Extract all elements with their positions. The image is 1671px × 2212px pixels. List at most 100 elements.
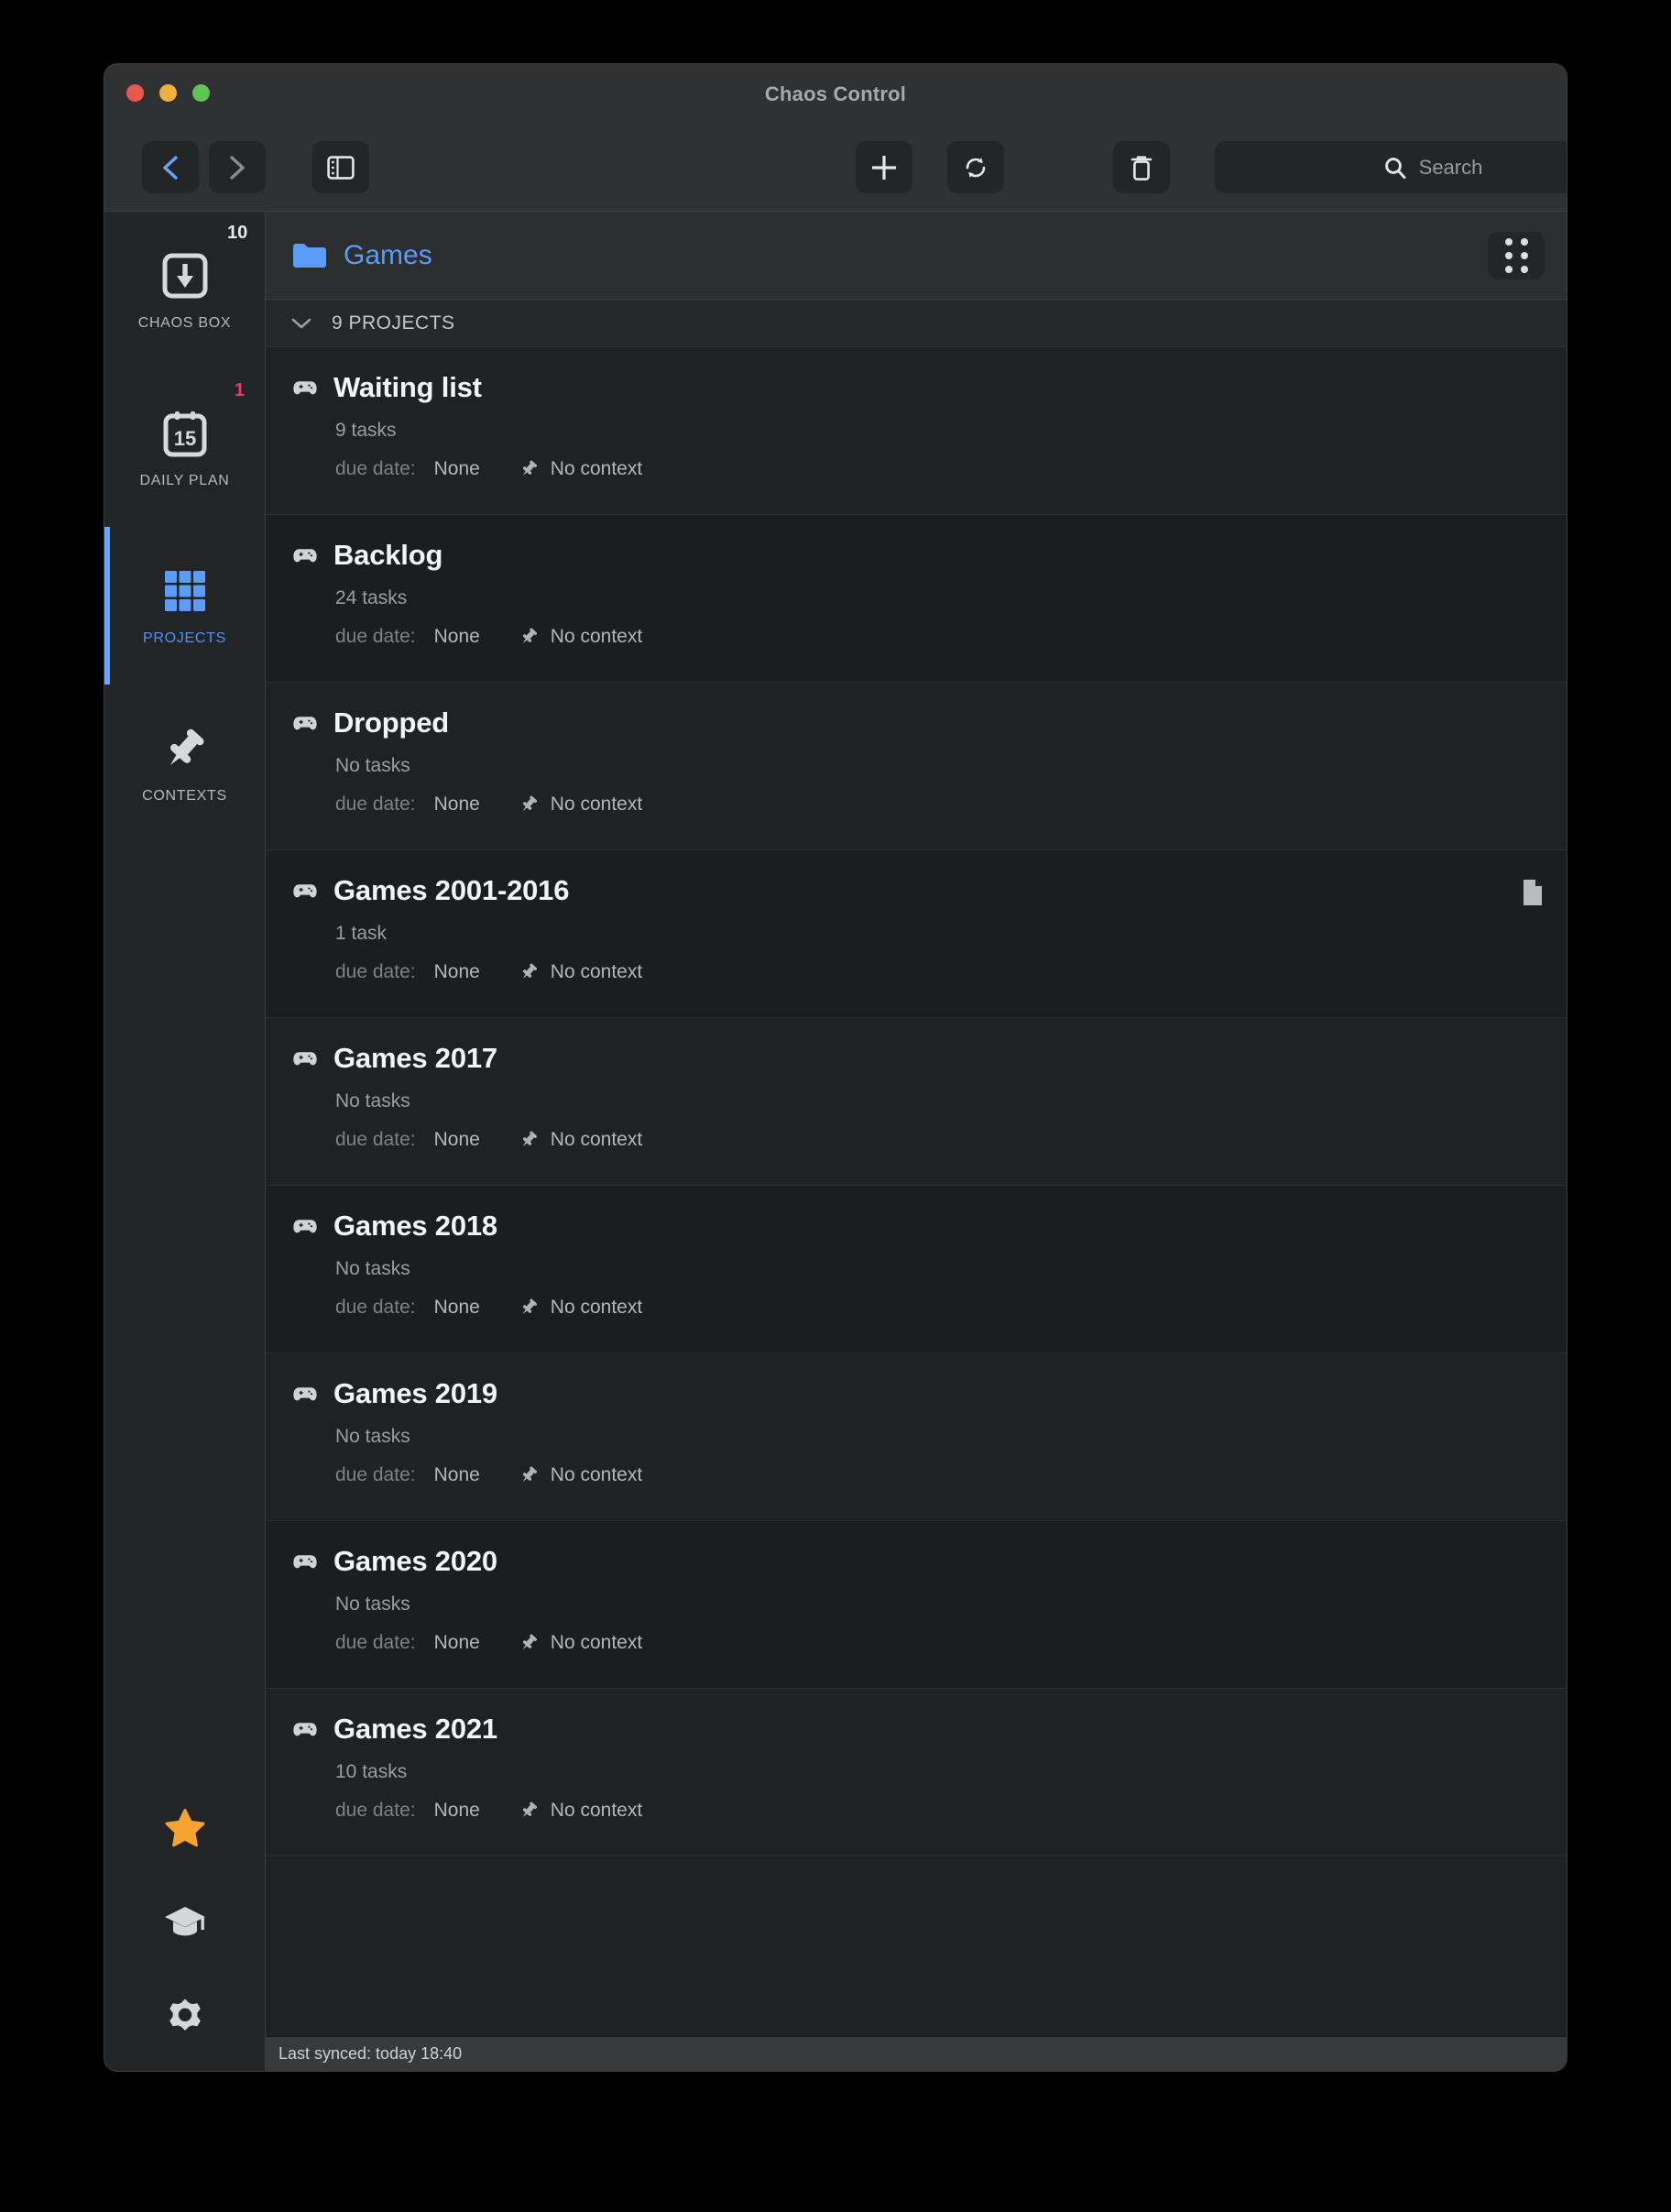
project-task-count: No tasks xyxy=(335,1426,410,1447)
sidebar-item-daily-plan[interactable]: 1 15 DAILY PLAN xyxy=(104,369,265,527)
sync-button[interactable] xyxy=(947,141,1004,193)
project-context[interactable]: No context xyxy=(551,1129,642,1151)
plus-icon xyxy=(869,153,899,182)
view-options-button[interactable] xyxy=(1488,232,1545,279)
folder-header: Games xyxy=(266,212,1567,300)
project-task-count: No tasks xyxy=(335,1593,410,1615)
pin-icon xyxy=(519,1801,539,1821)
project-context[interactable]: No context xyxy=(551,961,642,983)
grid-dots-icon xyxy=(1504,238,1528,273)
gamepad-icon xyxy=(291,877,319,904)
project-row[interactable]: Games 2020 No tasks due date: None No conte… xyxy=(266,1521,1567,1689)
project-title: Dropped xyxy=(333,706,450,739)
settings-button[interactable] xyxy=(163,1992,207,2038)
pin-icon xyxy=(519,1633,539,1653)
due-date-label: due date: xyxy=(335,1464,416,1485)
folder-icon xyxy=(291,241,326,270)
project-row[interactable]: Games 2018 No tasks due date: None No conte… xyxy=(266,1186,1567,1353)
pin-icon xyxy=(519,627,539,647)
pin-icon xyxy=(519,962,539,982)
project-row[interactable]: Games 2021 10 tasks due date: None No conte… xyxy=(266,1689,1567,1856)
gamepad-icon xyxy=(291,1212,319,1240)
due-date-value[interactable]: None xyxy=(434,1800,480,1822)
search-field[interactable]: Search xyxy=(1215,141,1567,193)
back-button[interactable] xyxy=(142,141,199,193)
project-title: Games 2018 xyxy=(333,1210,497,1242)
due-date-label: due date: xyxy=(335,626,416,647)
project-task-count: No tasks xyxy=(335,1090,410,1111)
note-icon[interactable] xyxy=(1521,878,1545,907)
project-context[interactable]: No context xyxy=(551,626,642,648)
sidebar-item-chaos-box[interactable]: 10 CHAOS BOX xyxy=(104,212,265,369)
projects-section-header[interactable]: 9 PROJECTS xyxy=(266,300,1567,347)
project-context[interactable]: No context xyxy=(551,1800,642,1822)
main-content: Games 9 PROJECTS Waiting list 9 tasks due … xyxy=(266,212,1567,2071)
due-date-value[interactable]: None xyxy=(434,1632,480,1654)
due-date-label: due date: xyxy=(335,1297,416,1318)
due-date-value[interactable]: None xyxy=(434,794,480,816)
pin-icon xyxy=(519,1298,539,1318)
sidebar-item-label: PROJECTS xyxy=(143,630,226,646)
project-context[interactable]: No context xyxy=(551,1632,642,1654)
project-row[interactable]: Games 2017 No tasks due date: None No conte… xyxy=(266,1018,1567,1186)
due-date-label: due date: xyxy=(335,458,416,479)
project-meta: due date: None No context xyxy=(335,1632,1567,1654)
project-list[interactable]: Waiting list 9 tasks due date: None No cont… xyxy=(266,347,1567,2036)
toolbar: Search xyxy=(104,136,1567,211)
grid-icon xyxy=(159,565,211,617)
gamepad-icon xyxy=(291,1548,319,1575)
sidebar-item-projects[interactable]: PROJECTS xyxy=(104,527,265,684)
project-context[interactable]: No context xyxy=(551,1464,642,1486)
project-context[interactable]: No context xyxy=(551,794,642,816)
project-row[interactable]: Dropped No tasks due date: None No context xyxy=(266,683,1567,850)
delete-button[interactable] xyxy=(1113,141,1170,193)
projects-count-label: 9 PROJECTS xyxy=(332,312,455,334)
due-date-value[interactable]: None xyxy=(434,1129,480,1151)
title-bar: Chaos Control xyxy=(104,64,1567,136)
sidebar-item-contexts[interactable]: CONTEXTS xyxy=(104,684,265,842)
project-title: Waiting list xyxy=(333,371,482,403)
project-row[interactable]: Games 2019 No tasks due date: None No conte… xyxy=(266,1353,1567,1521)
project-context[interactable]: No context xyxy=(551,1297,642,1319)
due-date-value[interactable]: None xyxy=(434,1297,480,1319)
project-task-count: No tasks xyxy=(335,755,410,776)
trash-icon xyxy=(1130,153,1153,182)
project-title: Backlog xyxy=(333,539,443,571)
chevron-down-icon[interactable] xyxy=(291,317,311,330)
favorites-button[interactable] xyxy=(164,1805,206,1851)
project-row[interactable]: Games 2001-2016 1 task due date: None No co… xyxy=(266,850,1567,1018)
gamepad-icon xyxy=(291,1715,319,1743)
project-title: Games 2017 xyxy=(333,1042,497,1074)
due-date-value[interactable]: None xyxy=(434,1464,480,1486)
learn-button[interactable] xyxy=(163,1899,207,1944)
due-date-value[interactable]: None xyxy=(434,626,480,648)
search-input[interactable]: Search xyxy=(1419,156,1483,180)
gamepad-icon xyxy=(291,709,319,737)
status-bar: Last synced: today 18:40 xyxy=(266,2036,1567,2071)
due-date-value[interactable]: None xyxy=(434,458,480,480)
pin-icon xyxy=(519,1130,539,1150)
project-title: Games 2001-2016 xyxy=(333,874,570,906)
project-task-count: No tasks xyxy=(335,1258,410,1279)
gamepad-icon xyxy=(291,374,319,401)
daily-plan-badge: 1 xyxy=(234,380,245,400)
project-row[interactable]: Backlog 24 tasks due date: None No context xyxy=(266,515,1567,683)
sidebar-item-label: DAILY PLAN xyxy=(139,472,230,488)
pin-icon xyxy=(159,723,211,774)
add-button[interactable] xyxy=(856,141,912,193)
forward-button[interactable] xyxy=(209,141,266,193)
sidebar-bottom-actions xyxy=(104,1805,265,2071)
sidebar-toggle-button[interactable] xyxy=(312,141,369,193)
pin-icon xyxy=(519,794,539,815)
search-icon xyxy=(1383,156,1407,180)
due-date-value[interactable]: None xyxy=(434,961,480,983)
project-meta: due date: None No context xyxy=(335,961,1567,983)
folder-title: Games xyxy=(344,239,432,270)
project-task-count: 24 tasks xyxy=(335,587,408,608)
last-synced-label: Last synced: today 18:40 xyxy=(278,2044,463,2063)
project-meta: due date: None No context xyxy=(335,1800,1567,1822)
project-context[interactable]: No context xyxy=(551,458,642,480)
project-row[interactable]: Waiting list 9 tasks due date: None No cont… xyxy=(266,347,1567,515)
chevron-right-icon xyxy=(226,154,248,181)
